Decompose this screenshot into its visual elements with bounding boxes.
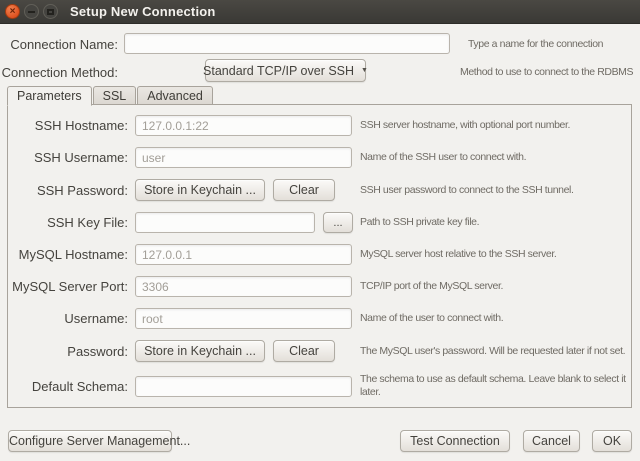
- mysql-store-in-keychain-button[interactable]: Store in Keychain ...: [135, 340, 265, 362]
- minimize-icon[interactable]: [24, 4, 39, 19]
- mysql-server-port-label: MySQL Server Port:: [8, 279, 128, 294]
- ssh-key-file-browse-button[interactable]: ...: [323, 212, 353, 233]
- tab-bar: Parameters SSL Advanced: [7, 85, 214, 105]
- ssh-password-row: SSH Password: Store in Keychain ... Clea…: [8, 179, 631, 201]
- connection-method-label: Connection Method:: [0, 65, 118, 80]
- username-hint: Name of the user to connect with.: [360, 312, 631, 325]
- mysql-hostname-input[interactable]: [135, 244, 352, 265]
- ssh-key-file-row: SSH Key File: ... Path to SSH private ke…: [8, 212, 631, 233]
- default-schema-hint: The schema to use as default schema. Lea…: [360, 373, 631, 399]
- close-icon[interactable]: ×: [5, 4, 20, 19]
- mysql-hostname-label: MySQL Hostname:: [8, 247, 128, 262]
- maximize-icon[interactable]: [43, 4, 58, 19]
- ssh-hostname-hint: SSH server hostname, with optional port …: [360, 119, 631, 132]
- mysql-server-port-row: MySQL Server Port: TCP/IP port of the My…: [8, 276, 631, 297]
- tab-advanced[interactable]: Advanced: [137, 86, 213, 105]
- username-label: Username:: [8, 311, 128, 326]
- ssh-password-hint: SSH user password to connect to the SSH …: [360, 184, 631, 197]
- ssh-store-in-keychain-button[interactable]: Store in Keychain ...: [135, 179, 265, 201]
- connection-method-hint: Method to use to connect to the RDBMS: [460, 66, 633, 79]
- username-input[interactable]: [135, 308, 352, 329]
- window-controls: ×: [0, 4, 58, 19]
- password-row: Password: Store in Keychain ... Clear Th…: [8, 340, 631, 362]
- ok-button[interactable]: OK: [592, 430, 632, 452]
- tab-parameters[interactable]: Parameters: [7, 86, 92, 106]
- ssh-username-row: SSH Username: Name of the SSH user to co…: [8, 147, 631, 168]
- window-title: Setup New Connection: [70, 4, 216, 19]
- ssh-password-label: SSH Password:: [8, 183, 128, 198]
- ssh-clear-password-button[interactable]: Clear: [273, 179, 335, 201]
- connection-name-input[interactable]: [124, 33, 450, 54]
- connection-name-label: Connection Name:: [0, 37, 118, 52]
- cancel-button[interactable]: Cancel: [523, 430, 580, 452]
- ssh-hostname-input[interactable]: [135, 115, 352, 136]
- ssh-username-input[interactable]: [135, 147, 352, 168]
- ssh-key-file-hint: Path to SSH private key file.: [360, 216, 631, 229]
- mysql-server-port-input[interactable]: [135, 276, 352, 297]
- ssh-key-file-input[interactable]: [135, 212, 315, 233]
- test-connection-button[interactable]: Test Connection: [400, 430, 510, 452]
- mysql-server-port-hint: TCP/IP port of the MySQL server.: [360, 280, 631, 293]
- default-schema-label: Default Schema:: [8, 379, 128, 394]
- username-row: Username: Name of the user to connect wi…: [8, 308, 631, 329]
- ssh-username-label: SSH Username:: [8, 150, 128, 165]
- configure-server-management-button[interactable]: Configure Server Management...: [8, 430, 172, 452]
- parameters-panel: SSH Hostname: SSH server hostname, with …: [7, 104, 632, 408]
- default-schema-row: Default Schema: The schema to use as def…: [8, 373, 631, 399]
- chevron-down-icon: ▼: [361, 67, 368, 74]
- password-label: Password:: [8, 344, 128, 359]
- mysql-hostname-hint: MySQL server host relative to the SSH se…: [360, 248, 631, 261]
- default-schema-input[interactable]: [135, 376, 352, 397]
- mysql-clear-password-button[interactable]: Clear: [273, 340, 335, 362]
- tab-ssl[interactable]: SSL: [93, 86, 137, 105]
- mysql-hostname-row: MySQL Hostname: MySQL server host relati…: [8, 244, 631, 265]
- ssh-hostname-row: SSH Hostname: SSH server hostname, with …: [8, 115, 631, 136]
- ssh-key-file-label: SSH Key File:: [8, 215, 128, 230]
- connection-name-hint: Type a name for the connection: [468, 38, 603, 51]
- titlebar: × Setup New Connection: [0, 0, 640, 24]
- connection-method-dropdown[interactable]: Standard TCP/IP over SSH ▼: [205, 59, 366, 82]
- password-hint: The MySQL user's password. Will be reque…: [360, 345, 631, 358]
- connection-method-value: Standard TCP/IP over SSH: [203, 64, 354, 78]
- ssh-hostname-label: SSH Hostname:: [8, 118, 128, 133]
- ssh-username-hint: Name of the SSH user to connect with.: [360, 151, 631, 164]
